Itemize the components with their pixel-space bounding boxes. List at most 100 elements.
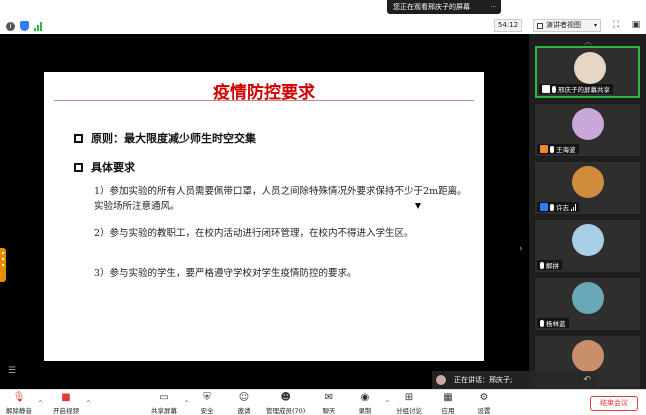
square-bullet-icon	[74, 134, 83, 143]
meeting-toolbar: 🎙 解除静音 ^ ■ 开启视频 ^ ▭ 共享屏幕 ^ ⛨ 安全 ☺ 邀请 ☻ 管…	[0, 389, 646, 415]
fullscreen-icon[interactable]: ⛶	[610, 19, 622, 31]
chevron-up-icon[interactable]: ^	[38, 400, 43, 407]
start-video-label: 开启视频	[53, 407, 79, 415]
requirement-item: 2）参与实验的教职工，在校内活动进行闭环管理，在校内不得进入学生区。	[94, 228, 414, 239]
host-icon	[540, 145, 548, 153]
mic-icon	[550, 203, 554, 211]
breakout-icon: ⊞	[404, 392, 414, 403]
screen-share-banner[interactable]: 您正在观看邢庆子的屏幕 ···	[387, 0, 501, 14]
gear-icon: ⚙	[479, 392, 489, 403]
end-meeting-button[interactable]: 结束会议	[590, 396, 638, 411]
participant-name: 许志	[556, 204, 569, 212]
chevron-up-icon[interactable]: ^	[385, 400, 390, 407]
speaking-text: 正在讲话：邢庆子;	[454, 376, 513, 384]
chevron-up-icon[interactable]: ^	[184, 400, 189, 407]
avatar	[572, 108, 604, 140]
avatar	[572, 224, 604, 256]
requirement-item: 3）参与实验的学生，要严格遵守学校对学生疫情防控的要求。	[94, 268, 357, 279]
settings-button[interactable]: ⚙ 设置	[477, 392, 491, 415]
manage-members-label: 管理成员(70)	[266, 407, 306, 415]
apps-grid-icon: ▦	[443, 392, 453, 403]
view-mode-button[interactable]: 演讲者视图 ▾	[533, 19, 601, 32]
slide-bullet-requirements: 具体要求	[74, 159, 135, 175]
participant-name: 邢庆子的屏幕共享	[558, 86, 610, 94]
presentation-slide: 疫情防控要求 原则：最大限度减少师生时空交集 具体要求 1）参加实验的所有人员需…	[44, 72, 484, 361]
signal-icon[interactable]	[34, 21, 42, 31]
meeting-timer: 54:12	[494, 19, 522, 32]
participant-tile[interactable]: 解拼	[535, 220, 640, 272]
avatar	[574, 52, 606, 84]
apps-label: 应用	[441, 407, 455, 415]
chat-icon: ✉	[324, 392, 334, 403]
record-icon: ◉	[360, 392, 370, 403]
participant-label: 邢庆子的屏幕共享	[539, 84, 613, 94]
mic-icon	[552, 85, 556, 93]
members-icon: ☻	[280, 392, 291, 403]
participant-name: 杨林蓝	[546, 320, 566, 328]
bullet-text: 原则：最大限度减少师生时空交集	[91, 132, 256, 145]
invite-button[interactable]: ☺ 邀请	[237, 392, 251, 415]
chevron-up-icon[interactable]: ^	[86, 400, 91, 407]
audio-level-icon	[571, 203, 576, 211]
security-label: 安全	[200, 407, 214, 415]
add-user-icon: ☺	[238, 392, 250, 403]
top-bar: 您正在观看邢庆子的屏幕 ··· i 54:12 演讲者视图 ▾ ⛶ ▣	[0, 0, 646, 34]
participant-label: 许志	[537, 202, 579, 212]
requirement-item: 1）参加实验的所有人员需要佩带口罩，人员之间除特殊情况外要求保持不少于2m距离。…	[94, 186, 467, 212]
participant-tile[interactable]: 王海波	[535, 104, 640, 156]
participant-tile[interactable]: 邢庆子的屏幕共享	[535, 46, 640, 98]
status-icons: i	[6, 20, 42, 32]
apps-button[interactable]: ▦ 应用	[441, 392, 455, 415]
more-icon[interactable]: ···	[490, 0, 497, 14]
security-button[interactable]: ⛨ 安全	[200, 392, 214, 415]
mic-icon	[540, 319, 544, 327]
chat-label: 聊天	[322, 407, 336, 415]
pin-window-icon[interactable]: ▣	[630, 19, 642, 31]
avatar	[572, 282, 604, 314]
share-screen-button[interactable]: ▭ 共享屏幕	[151, 392, 177, 415]
settings-label: 设置	[477, 407, 491, 415]
participant-name: 王海波	[556, 146, 576, 154]
mic-icon	[550, 145, 554, 153]
participant-panel: ︿ 邢庆子的屏幕共享 王海波 许志 解拼 杨林蓝	[529, 34, 646, 389]
chevron-down-icon: ▾	[593, 22, 597, 29]
speaking-indicator: 正在讲话：邢庆子; ↶	[432, 371, 597, 389]
camera-off-icon: ■	[61, 392, 71, 403]
participant-label: 王海波	[537, 144, 579, 154]
breakout-rooms-button[interactable]: ⊞ 分组讨论	[396, 392, 422, 415]
avatar	[572, 340, 604, 372]
record-label: 录制	[358, 407, 372, 415]
share-banner-text: 您正在观看邢庆子的屏幕	[393, 3, 470, 11]
mic-icon	[540, 261, 544, 269]
breakout-label: 分组讨论	[396, 407, 422, 415]
undo-icon[interactable]: ↶	[583, 371, 591, 389]
chat-button[interactable]: ✉ 聊天	[322, 392, 336, 415]
avatar	[436, 375, 446, 385]
annotation-tab[interactable]	[0, 248, 6, 282]
start-video-button[interactable]: ■ 开启视频	[53, 392, 79, 415]
participant-label: 杨林蓝	[537, 318, 569, 328]
info-icon[interactable]: i	[6, 21, 15, 31]
screen-share-icon	[542, 85, 550, 93]
grid-icon	[537, 23, 543, 29]
shield-icon[interactable]	[20, 21, 29, 31]
share-screen-label: 共享屏幕	[151, 407, 177, 415]
mic-off-icon: 🎙	[12, 392, 26, 403]
participant-name: 解拼	[546, 262, 559, 270]
avatar	[572, 166, 604, 198]
invite-label: 邀请	[237, 407, 251, 415]
bullet-text: 具体要求	[91, 161, 135, 174]
title-divider	[54, 100, 474, 101]
shield-icon: ⛨	[203, 392, 211, 403]
participant-tile[interactable]: 许志	[535, 162, 640, 214]
unmute-button[interactable]: 🎙 解除静音	[6, 392, 32, 415]
view-mode-label: 演讲者视图	[546, 21, 581, 29]
list-icon[interactable]: ☰	[8, 366, 16, 376]
record-button[interactable]: ◉ 录制	[358, 392, 372, 415]
share-screen-icon: ▭	[159, 392, 169, 403]
slide-bullet-principle: 原则：最大限度减少师生时空交集	[74, 130, 256, 146]
manage-members-button[interactable]: ☻ 管理成员(70)	[266, 392, 305, 415]
cohost-icon	[540, 203, 548, 211]
chevron-right-icon[interactable]: ›	[519, 244, 523, 254]
participant-tile[interactable]: 杨林蓝	[535, 278, 640, 330]
